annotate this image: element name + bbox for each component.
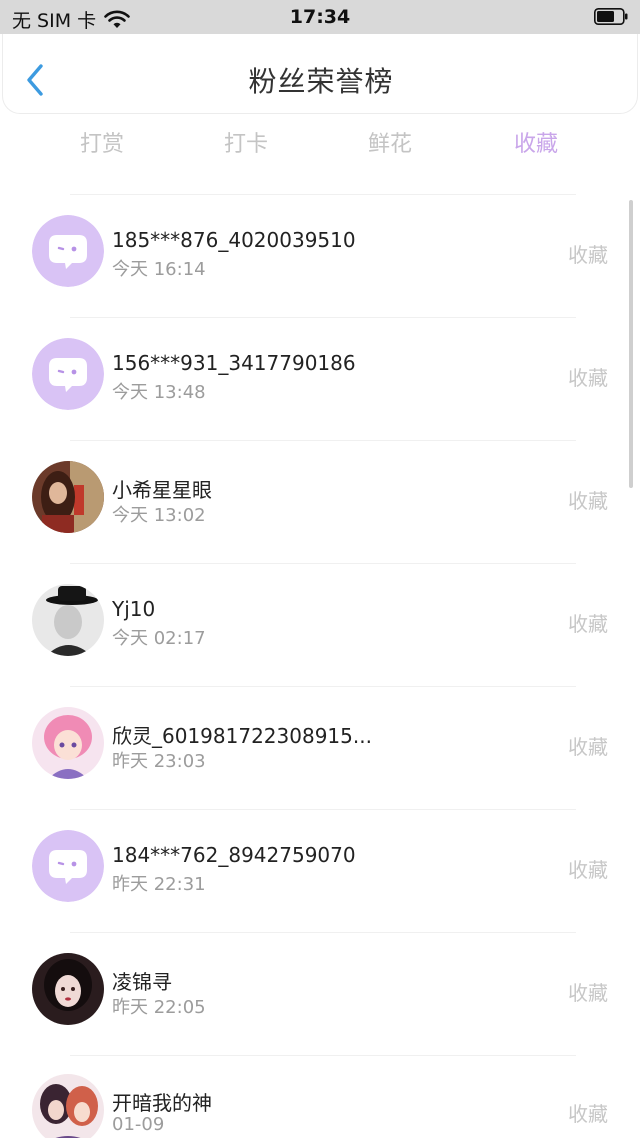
tab-checkin[interactable]: 打卡 bbox=[186, 126, 306, 158]
fan-name: Yj10 bbox=[112, 597, 156, 621]
scrollbar[interactable] bbox=[629, 200, 633, 488]
avatar bbox=[32, 584, 104, 656]
nav-bar: 粉丝荣誉榜 bbox=[2, 34, 638, 114]
avatar bbox=[32, 338, 104, 410]
list-item[interactable]: 184***762_8942759070 昨天 22:31 收藏 bbox=[0, 809, 640, 932]
fan-time: 昨天 23:03 bbox=[112, 751, 206, 772]
tab-flowers[interactable]: 鲜花 bbox=[330, 126, 450, 158]
list-item[interactable]: 欣灵_601981722308915... 昨天 23:03 收藏 bbox=[0, 686, 640, 809]
action-label: 收藏 bbox=[568, 489, 608, 513]
fan-time: 昨天 22:31 bbox=[112, 874, 206, 895]
tab-favorites[interactable]: 收藏 bbox=[476, 126, 596, 158]
fan-time: 今天 13:48 bbox=[112, 382, 206, 403]
fan-name: 185***876_4020039510 bbox=[112, 228, 356, 252]
chat-bubble-icon bbox=[32, 830, 104, 902]
list-item[interactable]: 凌锦寻 昨天 22:05 收藏 bbox=[0, 932, 640, 1055]
action-label: 收藏 bbox=[568, 735, 608, 759]
status-time: 17:34 bbox=[289, 6, 351, 28]
fan-name: 欣灵_601981722308915... bbox=[112, 724, 372, 748]
action-label: 收藏 bbox=[568, 612, 608, 636]
fan-name: 156***931_3417790186 bbox=[112, 351, 356, 375]
battery-icon bbox=[594, 8, 628, 25]
list-item[interactable]: 156***931_3417790186 今天 13:48 收藏 bbox=[0, 317, 640, 440]
fan-name: 184***762_8942759070 bbox=[112, 843, 356, 867]
list-item[interactable]: Yj10 今天 02:17 收藏 bbox=[0, 563, 640, 686]
action-label: 收藏 bbox=[568, 366, 608, 390]
avatar bbox=[32, 461, 104, 533]
fan-time: 01-09 bbox=[112, 1114, 165, 1135]
avatar bbox=[32, 953, 104, 1025]
list-item[interactable]: 开暗我的神 01-09 收藏 bbox=[0, 1055, 640, 1138]
action-label: 收藏 bbox=[568, 1102, 608, 1126]
chat-bubble-icon bbox=[32, 338, 104, 410]
status-bar: 无 SIM 卡 17:34 bbox=[0, 0, 640, 34]
fan-name: 凌锦寻 bbox=[112, 970, 172, 994]
fan-time: 昨天 22:05 bbox=[112, 997, 206, 1018]
tab-reward[interactable]: 打赏 bbox=[42, 126, 162, 158]
action-label: 收藏 bbox=[568, 858, 608, 882]
fan-time: 今天 02:17 bbox=[112, 628, 206, 649]
avatar bbox=[32, 1074, 104, 1138]
list-item[interactable]: 185***876_4020039510 今天 16:14 收藏 bbox=[0, 194, 640, 317]
photo-avatar-image bbox=[32, 707, 104, 779]
fan-name: 小希星星眼 bbox=[112, 478, 212, 502]
photo-avatar-image bbox=[32, 584, 104, 656]
action-label: 收藏 bbox=[568, 243, 608, 267]
avatar bbox=[32, 707, 104, 779]
action-label: 收藏 bbox=[568, 981, 608, 1005]
fan-name: 开暗我的神 bbox=[112, 1091, 212, 1115]
photo-avatar-image bbox=[32, 953, 104, 1025]
fan-time: 今天 16:14 bbox=[112, 259, 206, 280]
list-item[interactable]: 小希星星眼 今天 13:02 收藏 bbox=[0, 440, 640, 563]
avatar bbox=[32, 830, 104, 902]
fan-time: 今天 13:02 bbox=[112, 505, 206, 526]
photo-avatar-image bbox=[32, 1074, 104, 1138]
page-title: 粉丝荣誉榜 bbox=[248, 65, 394, 98]
tab-bar: 打赏 打卡 鲜花 收藏 bbox=[0, 126, 640, 166]
photo-avatar-image bbox=[32, 461, 104, 533]
avatar bbox=[32, 215, 104, 287]
chat-bubble-icon bbox=[32, 215, 104, 287]
